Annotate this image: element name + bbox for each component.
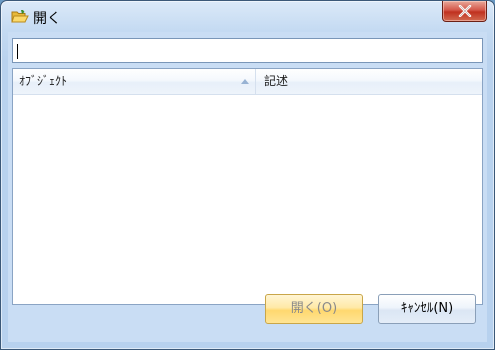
object-list[interactable]: ｵﾌﾞｼﾞｪｸﾄ 記述 <box>12 68 483 305</box>
sort-ascending-icon <box>241 79 249 84</box>
column-header-object-label: ｵﾌﾞｼﾞｪｸﾄ <box>19 74 68 88</box>
close-button[interactable] <box>442 1 487 22</box>
list-header: ｵﾌﾞｼﾞｪｸﾄ 記述 <box>13 69 482 95</box>
window-title: 開く <box>33 11 61 27</box>
close-icon <box>458 2 472 21</box>
column-header-description-label: 記述 <box>264 74 289 88</box>
column-header-object[interactable]: ｵﾌﾞｼﾞｪｸﾄ <box>13 69 256 94</box>
open-button[interactable]: 開く(O) <box>265 294 363 324</box>
cancel-button[interactable]: ｷｬﾝｾﾙ(N) <box>378 294 476 324</box>
folder-open-icon <box>11 9 29 25</box>
search-input[interactable] <box>12 38 483 63</box>
text-caret <box>17 44 18 59</box>
dialog-client-area: ｵﾌﾞｼﾞｪｸﾄ 記述 開く(O) ｷｬﾝｾﾙ(N) <box>8 32 487 342</box>
list-body[interactable] <box>13 95 482 304</box>
open-dialog-window: 開く ｵﾌﾞｼﾞｪｸﾄ 記述 開く(O) ｷｬﾝｾﾙ(N) <box>0 0 495 350</box>
title-bar[interactable]: 開く <box>1 1 494 33</box>
column-header-description[interactable]: 記述 <box>256 69 482 94</box>
